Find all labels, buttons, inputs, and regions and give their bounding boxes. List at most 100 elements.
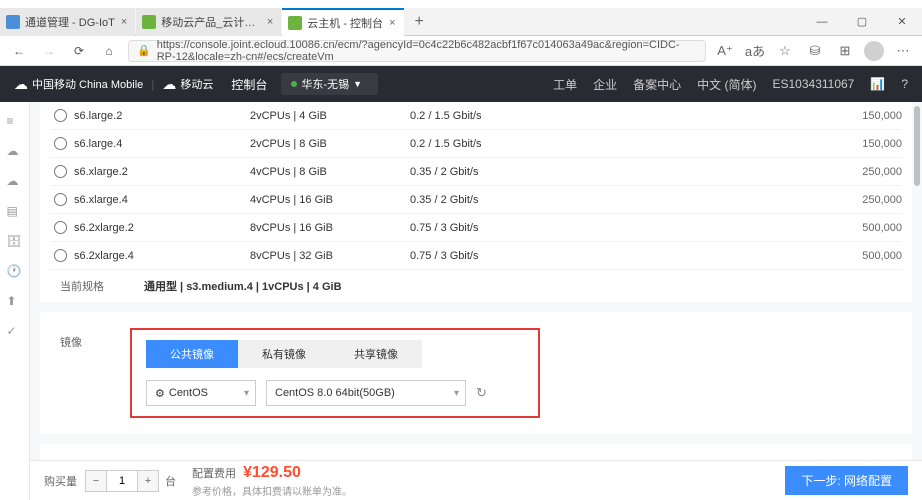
quantity-input[interactable] [106,471,138,491]
version-selected: CentOS 8.0 64bit(50GB) [275,387,395,399]
spec-radio[interactable] [54,193,67,206]
cloud-icon[interactable]: ☁ [7,174,23,190]
new-tab-button[interactable]: + [405,13,434,31]
gear-icon: ⚙ [155,387,165,400]
account-id[interactable]: ES1034311067 [773,77,855,91]
close-window-button[interactable]: ✕ [882,8,922,36]
extensions-icon[interactable]: ⊞ [834,40,856,62]
spec-bandwidth: 0.75 / 3 Gbit/s [410,222,832,234]
close-icon[interactable]: × [389,17,395,29]
stats-icon[interactable]: 📊 [870,77,885,91]
storage-icon[interactable]: ▤ [7,204,23,220]
language-selector[interactable]: 中文 (简体) [697,76,756,93]
qty-label: 购买量 [44,473,77,489]
upload-icon[interactable]: ⬆ [7,294,23,310]
collections-icon[interactable]: ⛁ [804,40,826,62]
spec-radio[interactable] [54,249,67,262]
tab-public-image[interactable]: 公共镜像 [146,340,238,368]
url-text: https://console.joint.ecloud.10086.cn/ec… [157,39,697,63]
spec-name: s6.xlarge.2 [70,166,250,178]
nav-beian[interactable]: 备案中心 [633,76,681,93]
minimize-button[interactable]: — [802,8,842,36]
menu-icon[interactable]: ≡ [7,114,23,130]
read-aloud-icon[interactable]: A⁺ [714,40,736,62]
spec-cpu: 4vCPUs | 16 GiB [250,194,410,206]
cloud-icon[interactable]: ☁ [7,144,23,160]
tab-title: 移动云产品_云计算产品_云存储 [161,14,261,30]
lock-icon: 🔒 [137,44,151,57]
help-icon[interactable]: ? [901,77,908,91]
section-label: 镜像 [50,328,130,418]
spec-row[interactable]: s6.2xlarge.48vCPUs | 32 GiB0.75 / 3 Gbit… [50,242,902,270]
refresh-button[interactable]: ⟳ [68,40,90,62]
console-link[interactable]: 控制台 [231,76,267,93]
browser-tabs: 通道管理 - DG-IoT × 移动云产品_云计算产品_云存储 × 云主机 - … [0,8,922,36]
spec-radio[interactable] [54,137,67,150]
browser-tab[interactable]: 通道管理 - DG-IoT × [0,8,135,36]
spec-bandwidth: 0.75 / 3 Gbit/s [410,250,832,262]
maximize-button[interactable]: ▢ [842,8,882,36]
home-button[interactable]: ⌂ [98,40,120,62]
increment-button[interactable]: + [138,471,158,491]
spec-radio[interactable] [54,165,67,178]
spec-row[interactable]: s6.2xlarge.28vCPUs | 16 GiB0.75 / 3 Gbit… [50,214,902,242]
profile-icon[interactable] [864,41,884,61]
scrollbar-thumb[interactable] [914,106,920,186]
check-icon[interactable]: ✓ [7,324,23,340]
close-icon[interactable]: × [267,16,273,28]
spec-name: s6.large.4 [70,138,250,150]
spec-row[interactable]: s6.xlarge.24vCPUs | 8 GiB0.35 / 2 Gbit/s… [50,158,902,186]
spec-row[interactable]: s6.large.42vCPUs | 8 GiB0.2 / 1.5 Gbit/s… [50,130,902,158]
side-nav: ≡ ☁ ☁ ▤ 🗄 🕐 ⬆ ✓ [0,102,30,500]
favorite-icon[interactable]: ☆ [774,40,796,62]
translate-icon[interactable]: aあ [744,40,766,62]
status-dot-icon [291,81,297,87]
spec-row[interactable]: s6.large.22vCPUs | 4 GiB0.2 / 1.5 Gbit/s… [50,102,902,130]
spec-table: s6.large.22vCPUs | 4 GiB0.2 / 1.5 Gbit/s… [40,102,912,270]
tab-private-image[interactable]: 私有镜像 [238,340,330,368]
region-name: 华东-无锡 [301,76,349,92]
nav-enterprise[interactable]: 企业 [593,76,617,93]
decrement-button[interactable]: − [86,471,106,491]
price-value: ¥129.50 [243,464,301,481]
browser-tab[interactable]: 移动云产品_云计算产品_云存储 × [136,8,281,36]
os-select[interactable]: ⚙ CentOS [146,380,256,406]
forward-button[interactable]: → [38,40,60,62]
spec-price: 500,000 [832,222,902,234]
menu-icon[interactable]: ⋯ [892,40,914,62]
close-icon[interactable]: × [121,16,127,28]
carrier-logo: ☁中国移动 China Mobile [14,76,143,93]
spec-radio[interactable] [54,221,67,234]
spec-row[interactable]: s6.xlarge.44vCPUs | 16 GiB0.35 / 2 Gbit/… [50,186,902,214]
os-version-select[interactable]: CentOS 8.0 64bit(50GB) [266,380,466,406]
quantity-stepper: − + [85,470,159,492]
back-button[interactable]: ← [8,40,30,62]
scrollbar[interactable] [912,66,922,460]
current-spec-label: 当前规格 [60,278,104,294]
current-spec: 当前规格 通用型 | s3.medium.4 | 1vCPUs | 4 GiB [40,270,912,302]
spec-bandwidth: 0.2 / 1.5 Gbit/s [410,138,832,150]
purchase-footer: 购买量 − + 台 配置费用 ¥129.50 参考价格，具体扣费请以账单为准。 … [30,460,922,500]
tab-title: 云主机 - 控制台 [307,15,383,31]
price-label: 配置费用 [192,468,236,480]
url-input[interactable]: 🔒 https://console.joint.ecloud.10086.cn/… [128,40,706,62]
spec-radio[interactable] [54,109,67,122]
nav-workorder[interactable]: 工单 [553,76,577,93]
favicon-icon [288,16,302,30]
spec-cpu: 4vCPUs | 8 GiB [250,166,410,178]
current-spec-value: 通用型 | s3.medium.4 | 1vCPUs | 4 GiB [144,278,342,294]
database-icon[interactable]: 🗄 [7,234,23,250]
refresh-icon[interactable]: ↻ [476,385,487,401]
next-step-button[interactable]: 下一步: 网络配置 [785,466,908,495]
browser-tab-active[interactable]: 云主机 - 控制台 × [282,8,403,36]
region-selector[interactable]: 华东-无锡 ▼ [281,73,378,95]
time-icon[interactable]: 🕐 [7,264,23,280]
spec-price: 150,000 [832,110,902,122]
main-content: s6.large.22vCPUs | 4 GiB0.2 / 1.5 Gbit/s… [30,102,922,500]
console-header: ☁中国移动 China Mobile | ☁移动云 控制台 华东-无锡 ▼ 工单… [0,66,922,102]
spec-price: 150,000 [832,138,902,150]
spec-bandwidth: 0.35 / 2 Gbit/s [410,166,832,178]
product-logo: ☁移动云 [162,76,213,93]
spec-cpu: 2vCPUs | 8 GiB [250,138,410,150]
tab-shared-image[interactable]: 共享镜像 [330,340,422,368]
